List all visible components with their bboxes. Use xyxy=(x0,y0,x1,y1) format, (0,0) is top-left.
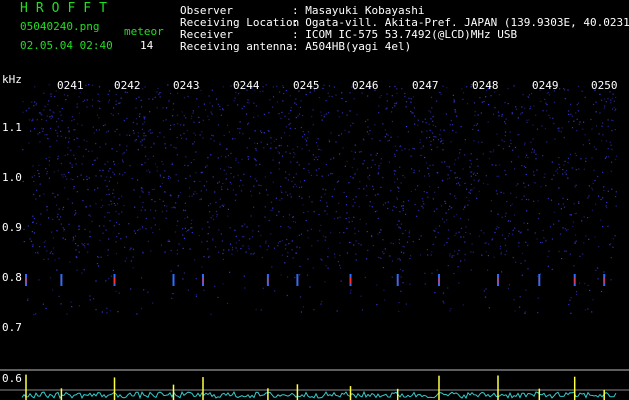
freq-tick-label: 1.0 xyxy=(2,171,22,184)
meteor-label: meteor xyxy=(124,25,164,38)
meteor-echo-core xyxy=(603,277,605,283)
time-tick-label: 0248 xyxy=(472,79,499,92)
meteor-echo-core xyxy=(173,277,174,283)
freq-tick-label: 1.1 xyxy=(2,121,22,134)
time-tick-label: 0247 xyxy=(412,79,439,92)
time-tick-label: 0246 xyxy=(352,79,379,92)
meteor-echo-core xyxy=(438,277,440,283)
meteor-echo-core xyxy=(114,277,115,283)
meteor-count: 14 xyxy=(140,39,154,52)
time-tick-label: 0250 xyxy=(591,79,618,92)
meteor-echo-core xyxy=(296,277,298,283)
app-title: HROFFT xyxy=(20,1,115,16)
freq-tick-label: 0.6 xyxy=(2,372,22,385)
meteor-echo-core xyxy=(350,277,351,283)
time-tick-label: 0245 xyxy=(293,79,320,92)
antenna-label: Receiving antenna xyxy=(180,40,293,53)
time-tick-label: 0244 xyxy=(233,79,260,92)
meteor-echo-core xyxy=(202,277,204,283)
freq-tick-label: 0.7 xyxy=(2,321,22,334)
time-tick-label: 0249 xyxy=(532,79,559,92)
meteor-echo-core xyxy=(397,277,399,283)
meteor-echo-core xyxy=(60,277,62,283)
date-time: 02.05.04 02:40 xyxy=(20,39,113,52)
meteor-echo-core xyxy=(25,277,27,283)
meteor-echo-core xyxy=(267,277,269,283)
meteor-echo-core xyxy=(538,277,540,283)
meteor-echo-core xyxy=(574,277,576,283)
meteor-echo-core xyxy=(497,277,499,283)
time-tick-label: 0242 xyxy=(114,79,141,92)
noise-field xyxy=(22,84,618,316)
time-tick-label: 0243 xyxy=(173,79,200,92)
file-name: 05040240.png xyxy=(20,20,100,33)
antenna-value: : A504HB(yagi 4el) xyxy=(292,40,412,53)
axis-unit-label: kHz xyxy=(2,73,22,86)
spectrogram-display xyxy=(0,84,629,400)
freq-tick-label: 0.9 xyxy=(2,221,22,234)
signal-level-strip xyxy=(21,390,617,400)
time-tick-label: 0241 xyxy=(57,79,84,92)
freq-tick-label: 0.8 xyxy=(2,271,22,284)
